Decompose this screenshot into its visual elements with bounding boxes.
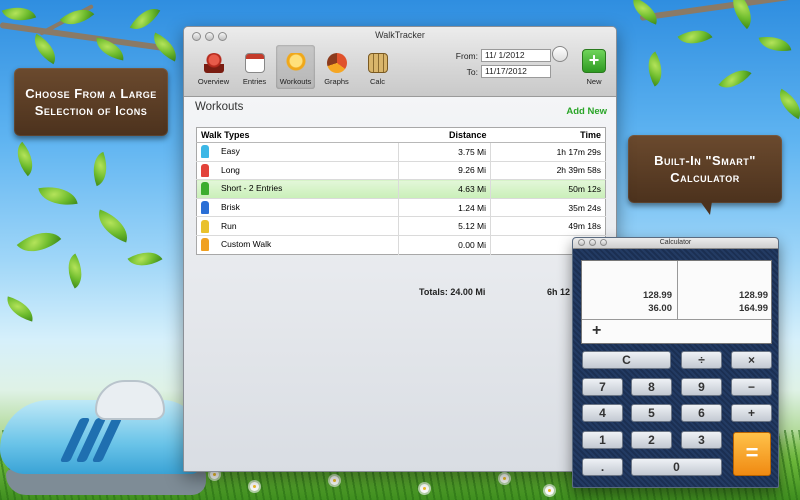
tape-value: 128.99 bbox=[738, 290, 768, 301]
tape-left-column: 128.99 36.00 bbox=[582, 289, 672, 315]
totals-time: 6h 12 bbox=[547, 287, 571, 297]
walk-type: Custom Walk bbox=[221, 239, 272, 250]
new-label: New bbox=[586, 77, 602, 86]
divide-key[interactable]: ÷ bbox=[681, 351, 722, 369]
key-5[interactable]: 5 bbox=[631, 404, 672, 422]
calculator-titlebar: Calculator bbox=[573, 238, 778, 249]
table-row[interactable]: Long 9.26 Mi 2h 39m 58s bbox=[196, 160, 606, 180]
key-0[interactable]: 0 bbox=[631, 458, 722, 476]
table-row-selected[interactable]: Short - 2 Entries 4.63 Mi 50m 12s bbox=[196, 179, 606, 199]
walker-icon bbox=[201, 145, 209, 159]
tape-value: 164.99 bbox=[738, 303, 768, 314]
date-picker-knob[interactable] bbox=[552, 46, 568, 62]
sneaker-illustration bbox=[0, 380, 210, 495]
walker-icon bbox=[201, 163, 209, 177]
section-title: Workouts bbox=[195, 101, 244, 113]
to-label: To: bbox=[466, 66, 478, 77]
key-4[interactable]: 4 bbox=[582, 404, 623, 422]
multiply-key[interactable]: × bbox=[731, 351, 772, 369]
distance-cell: 1.24 Mi bbox=[398, 197, 491, 217]
workouts-table: Walk Types Distance Time Easy 3.75 Mi 1h… bbox=[196, 127, 606, 255]
walk-type: Short - 2 Entries bbox=[221, 183, 283, 194]
key-9[interactable]: 9 bbox=[681, 378, 722, 396]
tape-value: 128.99 bbox=[642, 290, 672, 301]
walker-icon bbox=[201, 219, 209, 233]
walker-icon bbox=[201, 182, 209, 196]
walker-icon bbox=[201, 201, 209, 215]
table-row[interactable]: Custom Walk 0.00 Mi 1h bbox=[196, 234, 606, 255]
column-distance[interactable]: Distance bbox=[398, 127, 491, 143]
walktracker-window: WalkTracker Overview Entries Workouts Gr… bbox=[183, 26, 617, 472]
workouts-pane: Workouts Add New Walk Types Distance Tim… bbox=[184, 97, 616, 471]
window-titlebar: WalkTracker Overview Entries Workouts Gr… bbox=[184, 27, 616, 97]
walk-type: Easy bbox=[221, 146, 240, 157]
walker-icon bbox=[201, 238, 209, 252]
distance-cell: 5.12 Mi bbox=[398, 216, 491, 236]
to-date-field[interactable]: 11/17/2012 bbox=[481, 65, 551, 78]
toolbar-label: Graphs bbox=[324, 77, 349, 86]
distance-cell: 4.63 Mi bbox=[398, 179, 491, 199]
calculator-tape: 128.99 36.00 128.99 164.99 + bbox=[581, 260, 772, 344]
toolbar-entries[interactable]: Entries bbox=[235, 45, 274, 89]
time-cell: 35m 24s bbox=[490, 197, 606, 217]
toolbar-label: Overview bbox=[197, 77, 230, 86]
from-label: From: bbox=[455, 50, 478, 61]
column-walk-types[interactable]: Walk Types bbox=[196, 127, 399, 143]
add-new-link[interactable]: Add New bbox=[566, 106, 607, 117]
walk-type: Long bbox=[221, 164, 240, 175]
table-row[interactable]: Easy 3.75 Mi 1h 17m 29s bbox=[196, 142, 606, 162]
sign-icons: Choose From a Large Selection of Icons bbox=[14, 68, 168, 136]
toolbar-label: Calc bbox=[369, 77, 385, 86]
column-time[interactable]: Time bbox=[490, 127, 606, 143]
table-row[interactable]: Brisk 1.24 Mi 35m 24s bbox=[196, 197, 606, 217]
tape-right-column: 128.99 164.99 bbox=[678, 289, 768, 315]
tape-operator: + bbox=[592, 322, 602, 339]
new-button[interactable]: + bbox=[582, 49, 606, 73]
walk-type: Run bbox=[221, 220, 237, 231]
distance-cell: 3.75 Mi bbox=[398, 142, 491, 162]
table-row[interactable]: Run 5.12 Mi 49m 18s bbox=[196, 216, 606, 236]
toolbar-label: Workouts bbox=[279, 77, 312, 86]
from-date-row: From: 11/ 1/2012 bbox=[452, 49, 551, 62]
lightbulb-icon bbox=[285, 53, 306, 73]
to-date-row: To: 11/17/2012 bbox=[452, 65, 551, 78]
trophy-icon bbox=[203, 53, 224, 73]
toolbar: Overview Entries Workouts Graphs Calc bbox=[194, 45, 397, 89]
key-3[interactable]: 3 bbox=[681, 431, 722, 449]
walk-type: Brisk bbox=[221, 201, 240, 212]
from-date-field[interactable]: 11/ 1/2012 bbox=[481, 49, 551, 62]
minus-key[interactable]: − bbox=[731, 378, 772, 396]
sign-calculator: Built-In "Smart" Calculator bbox=[628, 135, 782, 203]
time-cell: 1h 17m 29s bbox=[490, 142, 606, 162]
key-1[interactable]: 1 bbox=[582, 431, 623, 449]
time-cell: 50m 12s bbox=[490, 179, 606, 199]
tape-value: 36.00 bbox=[648, 303, 672, 314]
plus-key[interactable]: + bbox=[731, 404, 772, 422]
toolbar-label: Entries bbox=[242, 77, 267, 86]
key-8[interactable]: 8 bbox=[631, 378, 672, 396]
window-title: WalkTracker bbox=[375, 30, 425, 40]
equals-key[interactable]: = bbox=[733, 432, 771, 476]
pie-chart-icon bbox=[326, 53, 347, 73]
calendar-icon bbox=[244, 53, 265, 73]
distance-cell: 9.26 Mi bbox=[398, 160, 491, 180]
sign-calculator-pointer bbox=[700, 201, 712, 215]
toolbar-overview[interactable]: Overview bbox=[194, 45, 233, 89]
distance-cell: 0.00 Mi bbox=[398, 234, 491, 255]
time-cell: 49m 18s bbox=[490, 216, 606, 236]
toolbar-workouts[interactable]: Workouts bbox=[276, 45, 315, 89]
decimal-key[interactable]: . bbox=[582, 458, 623, 476]
key-7[interactable]: 7 bbox=[582, 378, 623, 396]
calculator-icon bbox=[367, 53, 388, 73]
time-cell: 2h 39m 58s bbox=[490, 160, 606, 180]
calculator-title: Calculator bbox=[659, 239, 692, 246]
toolbar-calc[interactable]: Calc bbox=[358, 45, 397, 89]
clear-key[interactable]: C bbox=[582, 351, 671, 369]
totals-distance: Totals: 24.00 Mi bbox=[419, 287, 486, 297]
key-2[interactable]: 2 bbox=[631, 431, 672, 449]
key-6[interactable]: 6 bbox=[681, 404, 722, 422]
toolbar-graphs[interactable]: Graphs bbox=[317, 45, 356, 89]
calculator-window: Calculator 128.99 36.00 128.99 164.99 + … bbox=[572, 237, 779, 488]
